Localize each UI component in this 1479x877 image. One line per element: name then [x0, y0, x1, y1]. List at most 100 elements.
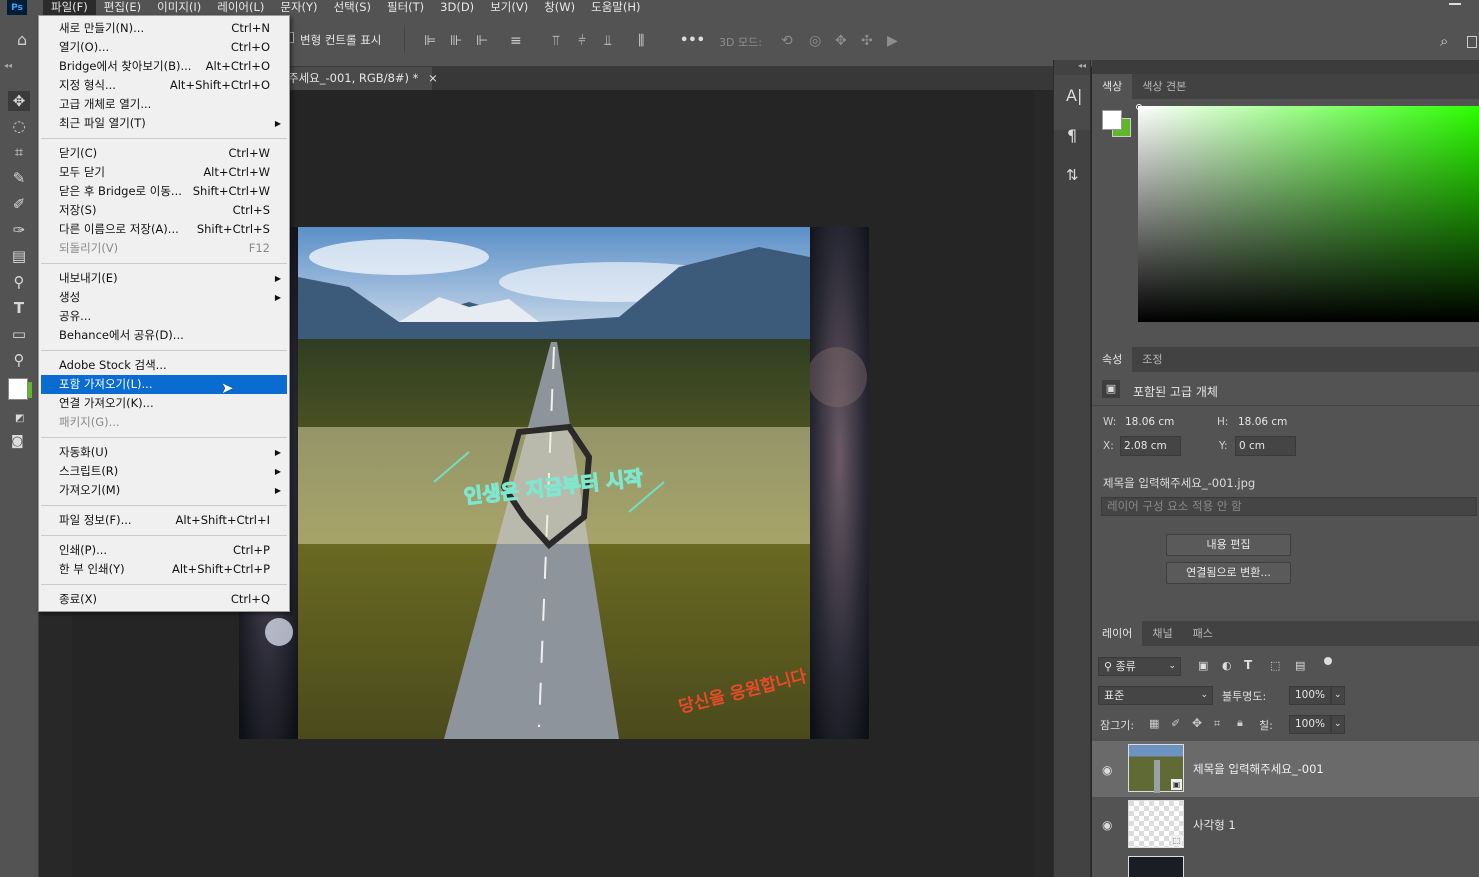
- home-icon[interactable]: ⌂: [17, 32, 27, 48]
- dodge-tool-icon[interactable]: ⚲: [8, 272, 30, 292]
- type-tool-icon[interactable]: T: [8, 298, 30, 318]
- brush-tool-icon[interactable]: ✐: [8, 194, 30, 214]
- menu-edit[interactable]: 편집(E): [96, 0, 149, 15]
- layer-filter-select[interactable]: ⚲ 종류 ⌄: [1098, 657, 1181, 676]
- file-menu-item[interactable]: 가져오기(M) ▶: [41, 481, 287, 500]
- menu-help[interactable]: 도움말(H): [583, 0, 648, 15]
- menu-3d[interactable]: 3D(D): [432, 0, 482, 15]
- filter-toggle-icon[interactable]: [1324, 657, 1332, 665]
- file-menu-item[interactable]: 되돌리기(V) F12: [41, 239, 287, 258]
- glyphs-panel-icon[interactable]: ⇅: [1066, 166, 1079, 184]
- menu-select[interactable]: 선택(S): [326, 0, 379, 15]
- color-picker-field[interactable]: [1138, 106, 1479, 322]
- lock-all-icon[interactable]: 🔒︎: [1237, 716, 1243, 730]
- collapse-icon[interactable]: ◂◂: [4, 61, 12, 70]
- convert-to-linked-button[interactable]: 연결됨으로 변환...: [1166, 562, 1291, 584]
- 3d-roll-icon[interactable]: ◎: [809, 34, 821, 48]
- minimize-button[interactable]: [1449, 3, 1461, 5]
- document-canvas[interactable]: 인생은 지금부터 시작 당신을 응원합니다: [239, 227, 869, 739]
- align-top-icon[interactable]: ⫪: [552, 34, 560, 48]
- color-picker-handle[interactable]: [1136, 104, 1142, 110]
- menu-image[interactable]: 이미지(I): [149, 0, 209, 15]
- filter-type-icon[interactable]: T: [1244, 658, 1252, 672]
- lock-pixels-icon[interactable]: ✐: [1171, 717, 1180, 730]
- file-menu-item[interactable]: 자동화(U) ▶: [41, 443, 287, 462]
- file-menu-item[interactable]: 최근 파일 열기(T) ▶: [41, 114, 287, 133]
- blend-mode-select[interactable]: 표준 ⌄: [1098, 686, 1213, 705]
- edit-contents-button[interactable]: 내용 편집: [1166, 534, 1291, 556]
- menu-window[interactable]: 창(W): [536, 0, 583, 15]
- layer-comp-select[interactable]: 레이어 구성 요소 적용 안 함: [1101, 497, 1477, 516]
- opacity-field[interactable]: 100%: [1289, 686, 1331, 705]
- filter-shape-icon[interactable]: ⬚: [1270, 659, 1280, 672]
- tab-color[interactable]: 색상: [1092, 74, 1133, 99]
- align-middle-icon[interactable]: ⫩: [578, 34, 586, 48]
- file-menu-item[interactable]: 포함 가져오기(L)... ➤: [41, 375, 287, 397]
- document-tab[interactable]: 주세요_-001, RGB/8#) * ×: [280, 67, 438, 90]
- filter-pixel-icon[interactable]: ▣: [1198, 659, 1208, 672]
- paragraph-panel-icon[interactable]: ¶: [1067, 126, 1077, 145]
- file-menu-item[interactable]: 닫기(C) Ctrl+W: [41, 144, 287, 163]
- file-menu-item[interactable]: 파일 정보(F)... Alt+Shift+Ctrl+I: [41, 511, 287, 530]
- stamp-tool-icon[interactable]: ✑: [8, 220, 30, 240]
- menu-filter[interactable]: 필터(T): [379, 0, 432, 15]
- layer-row[interactable]: ◉ ▣ 제목을 입력해주세요_-001: [1092, 741, 1479, 797]
- visibility-eye-icon[interactable]: ◉: [1102, 763, 1112, 777]
- file-menu-item[interactable]: 저장(S) Ctrl+S: [41, 201, 287, 220]
- filter-adjustment-icon[interactable]: ◐: [1222, 659, 1232, 672]
- lock-transparency-icon[interactable]: ▦: [1149, 717, 1159, 730]
- expand-icon[interactable]: ◂◂: [1078, 61, 1086, 70]
- crop-tool-icon[interactable]: ⌗: [8, 142, 30, 162]
- file-menu-item[interactable]: 고급 개체로 열기...: [41, 95, 287, 114]
- close-tab-icon[interactable]: ×: [428, 71, 438, 85]
- menu-layer[interactable]: 레이어(L): [209, 0, 272, 15]
- quick-mask-icon[interactable]: ◙: [11, 434, 24, 449]
- distribute-vertical-icon[interactable]: ⫼: [638, 34, 644, 48]
- tab-paths[interactable]: 패스: [1183, 621, 1223, 646]
- align-left-icon[interactable]: ⊫: [424, 34, 436, 48]
- default-colors-icon[interactable]: ◩: [15, 413, 24, 424]
- tab-channels[interactable]: 채널: [1142, 621, 1182, 646]
- fill-dropdown-icon[interactable]: ⌄: [1331, 715, 1345, 734]
- menu-view[interactable]: 보기(V): [482, 0, 536, 15]
- tab-adjustments[interactable]: 조정: [1132, 347, 1172, 372]
- file-menu-item[interactable]: 스크립트(R) ▶: [41, 462, 287, 481]
- y-position-field[interactable]: 0 cm: [1235, 436, 1296, 456]
- gradient-tool-icon[interactable]: ▤: [8, 246, 30, 266]
- distribute-icon[interactable]: ≡: [510, 34, 522, 48]
- eyedropper-tool-icon[interactable]: ✎: [8, 168, 30, 188]
- more-options-button[interactable]: •••: [680, 33, 705, 48]
- file-menu-item[interactable]: 생성 ▶: [41, 288, 287, 307]
- align-bottom-icon[interactable]: ⫫: [604, 34, 612, 48]
- lock-position-icon[interactable]: ✥: [1192, 716, 1202, 730]
- foreground-color-chip[interactable]: [1102, 110, 1122, 130]
- character-panel-icon[interactable]: A|: [1066, 86, 1082, 105]
- filter-smart-object-icon[interactable]: ▤: [1295, 659, 1305, 672]
- tab-swatches[interactable]: 색상 견본: [1132, 74, 1196, 99]
- file-menu-item[interactable]: 인쇄(P)... Ctrl+P: [41, 541, 287, 560]
- file-menu-item[interactable]: 종료(X) Ctrl+Q: [41, 590, 287, 609]
- tab-layers[interactable]: 레이어: [1092, 621, 1143, 646]
- search-icon[interactable]: ⌕: [1440, 34, 1448, 49]
- opacity-dropdown-icon[interactable]: ⌄: [1331, 686, 1345, 705]
- 3d-camera-icon[interactable]: ▶: [887, 34, 898, 48]
- file-menu-item[interactable]: 열기(O)... Ctrl+O: [41, 38, 287, 57]
- visibility-eye-icon[interactable]: ◉: [1102, 818, 1112, 832]
- file-menu-item[interactable]: 패키지(G)...: [41, 413, 287, 432]
- x-position-field[interactable]: 2.08 cm: [1120, 436, 1181, 456]
- foreground-color-swatch[interactable]: [8, 378, 28, 400]
- tab-properties[interactable]: 속성: [1092, 347, 1133, 372]
- align-right-icon[interactable]: ⊩: [476, 34, 488, 48]
- zoom-tool-icon[interactable]: ⚲: [8, 350, 30, 370]
- move-tool-icon[interactable]: ✥: [8, 91, 30, 111]
- menu-type[interactable]: 문자(Y): [272, 0, 325, 15]
- layer-row[interactable]: ◉ ⬚ 사각형 1: [1092, 798, 1479, 854]
- file-menu-item[interactable]: Behance에서 공유(D)...: [41, 326, 287, 345]
- file-menu-item[interactable]: 모두 닫기 Alt+Ctrl+W: [41, 163, 287, 182]
- file-menu-item[interactable]: 닫은 후 Bridge로 이동... Shift+Ctrl+W: [41, 182, 287, 201]
- file-menu-item[interactable]: 내보내기(E) ▶: [41, 269, 287, 288]
- align-center-icon[interactable]: ⊪: [450, 34, 462, 48]
- menu-file[interactable]: 파일(F): [43, 0, 96, 15]
- file-menu-item[interactable]: 다른 이름으로 저장(A)... Shift+Ctrl+S: [41, 220, 287, 239]
- 3d-orbit-icon[interactable]: ⟲: [781, 34, 793, 48]
